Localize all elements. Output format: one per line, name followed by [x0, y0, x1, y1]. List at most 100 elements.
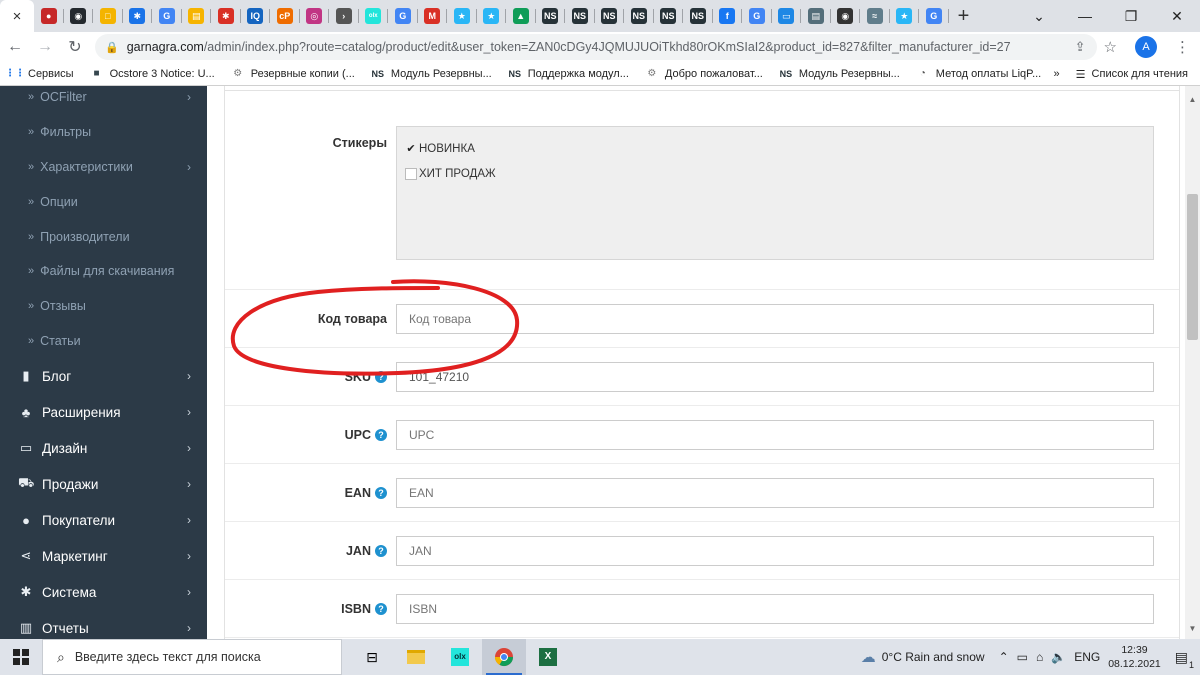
- browser-tab[interactable]: f: [713, 0, 743, 32]
- more-bookmarks-button[interactable]: »: [1054, 68, 1060, 80]
- browser-tab[interactable]: olx: [359, 0, 389, 32]
- bookmark-item[interactable]: NS Поддержка модул...: [500, 67, 637, 81]
- bookmark-item[interactable]: ◔ Метод оплаты LiqP...: [908, 67, 1049, 81]
- bookmark-item[interactable]: ⋮⋮ Сервисы: [0, 67, 82, 81]
- scroll-down-icon[interactable]: ▼: [1185, 621, 1200, 635]
- text-input[interactable]: [396, 420, 1154, 450]
- sidebar-subitem[interactable]: » Производители: [0, 219, 207, 254]
- address-bar[interactable]: 🔒 garnagra.com/admin/index.php?route=cat…: [95, 34, 1097, 60]
- browser-tab[interactable]: ●: [34, 0, 64, 32]
- browser-tab[interactable]: ★: [890, 0, 920, 32]
- sticker-option[interactable]: ХИТ ПРОДАЖ: [405, 168, 496, 180]
- share-icon[interactable]: ⇪: [1075, 39, 1086, 55]
- bookmark-item[interactable]: ■ Ocstore 3 Notice: U...: [82, 67, 223, 81]
- browser-tab[interactable]: G: [919, 0, 949, 32]
- minimize-button[interactable]: —: [1062, 0, 1108, 32]
- scroll-thumb[interactable]: [1187, 194, 1198, 340]
- reading-list-button[interactable]: ☰ Список для чтения: [1076, 68, 1188, 81]
- sidebar-subitem[interactable]: » OCFilter ›: [0, 86, 207, 115]
- back-icon[interactable]: ←: [0, 32, 30, 62]
- text-input[interactable]: [396, 478, 1154, 508]
- browser-tab[interactable]: NS: [595, 0, 625, 32]
- chrome-taskbar-icon[interactable]: [482, 639, 526, 675]
- browser-tab[interactable]: ✱: [211, 0, 241, 32]
- task-view-icon[interactable]: ⊟: [350, 639, 394, 675]
- browser-tab[interactable]: G: [388, 0, 418, 32]
- new-tab-button[interactable]: +: [949, 0, 979, 32]
- browser-tab[interactable]: ◎: [300, 0, 330, 32]
- scroll-up-icon[interactable]: ▲: [1185, 92, 1200, 106]
- browser-tab[interactable]: □: [93, 0, 123, 32]
- excel-taskbar-icon[interactable]: X: [526, 639, 570, 675]
- sidebar-item[interactable]: ▭ Дизайн ›: [0, 430, 207, 466]
- sidebar-item[interactable]: ▥ Отчеты ›: [0, 610, 207, 639]
- sticker-option[interactable]: ✔ НОВИНКА: [405, 143, 474, 155]
- browser-tab[interactable]: cP: [270, 0, 300, 32]
- checkbox-checked[interactable]: ✔: [405, 143, 417, 155]
- browser-tab[interactable]: NS: [654, 0, 684, 32]
- forward-icon[interactable]: →: [30, 32, 60, 62]
- windows-start-button[interactable]: [0, 639, 42, 675]
- active-tab[interactable]: ×: [0, 0, 34, 32]
- sidebar-item[interactable]: ⋖ Маркетинг ›: [0, 538, 207, 574]
- file-explorer-icon[interactable]: [394, 639, 438, 675]
- browser-tab[interactable]: ▤: [182, 0, 212, 32]
- profile-avatar[interactable]: A: [1135, 36, 1157, 58]
- sidebar-subitem[interactable]: » Файлы для скачивания: [0, 254, 207, 289]
- browser-tab[interactable]: NS: [683, 0, 713, 32]
- bookmark-item[interactable]: ⚙ Резервные копии (...: [223, 67, 363, 81]
- browser-tab[interactable]: G: [742, 0, 772, 32]
- bookmark-item[interactable]: ⚙ Добро пожаловат...: [637, 67, 771, 81]
- sidebar-item[interactable]: ✱ Система ›: [0, 574, 207, 610]
- notifications-icon[interactable]: ▤ 1: [1175, 649, 1194, 670]
- restore-button[interactable]: ❐: [1108, 0, 1154, 32]
- browser-tab[interactable]: G: [152, 0, 182, 32]
- browser-tab[interactable]: IQ: [241, 0, 271, 32]
- sidebar-subitem[interactable]: » Опции: [0, 184, 207, 219]
- browser-tab[interactable]: ▲: [506, 0, 536, 32]
- bookmark-item[interactable]: NS Модуль Резервны...: [363, 67, 500, 81]
- sidebar-subitem[interactable]: » Характеристики ›: [0, 150, 207, 185]
- browser-tab[interactable]: ▭: [772, 0, 802, 32]
- browser-tab[interactable]: ◉: [831, 0, 861, 32]
- text-input[interactable]: [396, 594, 1154, 624]
- weather-widget[interactable]: ☁ 0°C Rain and snow: [861, 648, 985, 666]
- browser-tab[interactable]: M: [418, 0, 448, 32]
- checkbox[interactable]: [405, 168, 417, 180]
- browser-tab[interactable]: ★: [477, 0, 507, 32]
- browser-tab[interactable]: NS: [536, 0, 566, 32]
- sidebar-item[interactable]: ● Покупатели ›: [0, 502, 207, 538]
- browser-tab[interactable]: NS: [565, 0, 595, 32]
- help-icon[interactable]: ?: [375, 371, 387, 383]
- network-icon[interactable]: ⌂: [1036, 650, 1043, 664]
- text-input[interactable]: [396, 362, 1154, 392]
- sidebar-subitem[interactable]: » Отзывы: [0, 289, 207, 324]
- sidebar-item[interactable]: ⛟ Продажи ›: [0, 466, 207, 502]
- olx-taskbar-icon[interactable]: olx: [438, 639, 482, 675]
- battery-icon[interactable]: ▭: [1017, 650, 1028, 664]
- sidebar-item[interactable]: ♣ Расширения ›: [0, 394, 207, 430]
- clock[interactable]: 12:39 08.12.2021: [1108, 643, 1161, 671]
- help-icon[interactable]: ?: [375, 603, 387, 615]
- reload-icon[interactable]: ↻: [60, 32, 90, 62]
- volume-icon[interactable]: 🔈: [1051, 650, 1066, 664]
- language-indicator[interactable]: ENG: [1074, 650, 1100, 664]
- sidebar-item[interactable]: ▮ Блог ›: [0, 358, 207, 394]
- browser-tab[interactable]: ›: [329, 0, 359, 32]
- menu-dots-icon[interactable]: ⋮: [1175, 38, 1190, 56]
- close-window-button[interactable]: ✕: [1154, 0, 1200, 32]
- browser-tab[interactable]: ✱: [123, 0, 153, 32]
- help-icon[interactable]: ?: [375, 429, 387, 441]
- tray-chevron-icon[interactable]: ⌃: [999, 650, 1009, 664]
- text-input[interactable]: [396, 304, 1154, 334]
- text-input[interactable]: [396, 536, 1154, 566]
- close-tab-icon[interactable]: ×: [13, 8, 22, 25]
- browser-tab[interactable]: NS: [624, 0, 654, 32]
- browser-tab[interactable]: ≈: [860, 0, 890, 32]
- page-scrollbar[interactable]: ▲ ▼: [1185, 86, 1200, 639]
- help-icon[interactable]: ?: [375, 545, 387, 557]
- bookmark-item[interactable]: NS Модуль Резервны...: [771, 67, 908, 81]
- sidebar-subitem[interactable]: » Статьи: [0, 324, 207, 359]
- browser-tab[interactable]: ▤: [801, 0, 831, 32]
- sidebar-subitem[interactable]: » Фильтры: [0, 115, 207, 150]
